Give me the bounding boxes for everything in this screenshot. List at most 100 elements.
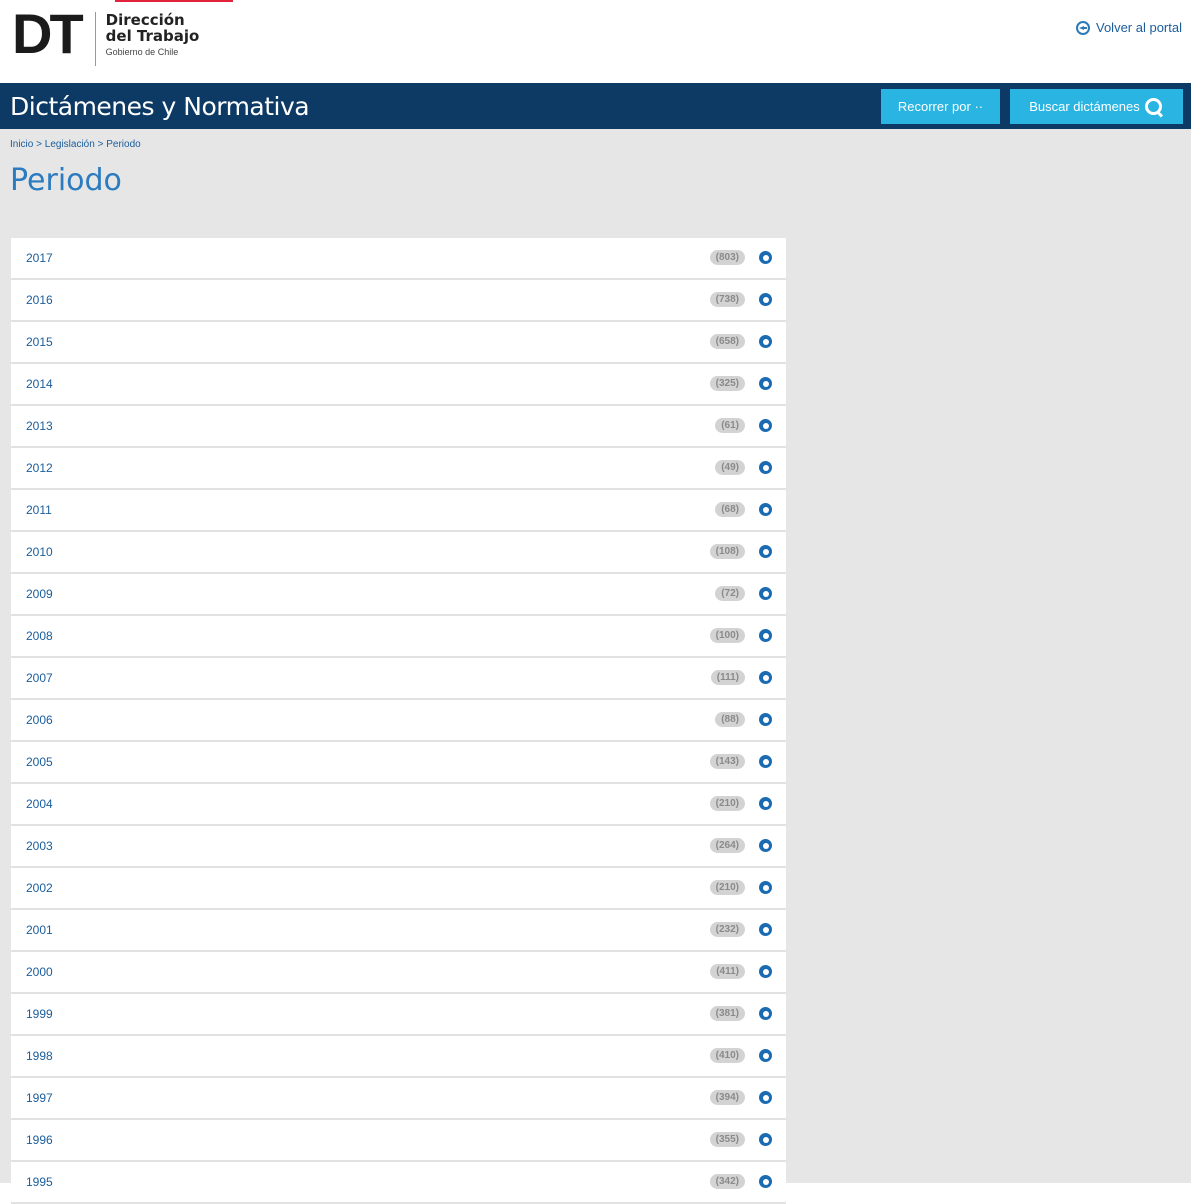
period-year-link[interactable]: 2009	[26, 587, 53, 601]
period-row[interactable]: 2006 (88)	[11, 700, 786, 742]
period-year-link[interactable]: 2003	[26, 839, 53, 853]
period-row[interactable]: 2008 (100)	[11, 616, 786, 658]
circle-dot-icon[interactable]	[759, 1133, 772, 1146]
recorrer-por-button[interactable]: Recorrer por ··	[881, 89, 1000, 124]
circle-dot-icon[interactable]	[759, 1007, 772, 1020]
period-row[interactable]: 2014 (325)	[11, 364, 786, 406]
circle-dot-icon[interactable]	[759, 251, 772, 264]
circle-dot-icon[interactable]	[759, 923, 772, 936]
period-count-badge: (264)	[709, 838, 745, 853]
site-header: DT Dirección del Trabajo Gobierno de Chi…	[0, 0, 1191, 83]
period-year-link[interactable]: 2013	[26, 419, 53, 433]
period-count-badge: (803)	[709, 250, 745, 265]
period-row[interactable]: 2010 (108)	[11, 532, 786, 574]
period-year-link[interactable]: 2000	[26, 965, 53, 979]
period-row[interactable]: 2016 (738)	[11, 280, 786, 322]
circle-dot-icon[interactable]	[759, 545, 772, 558]
circle-dot-icon[interactable]	[759, 671, 772, 684]
period-row[interactable]: 1995 (342)	[11, 1162, 786, 1204]
circle-dot-icon[interactable]	[759, 755, 772, 768]
period-row[interactable]: 1998 (410)	[11, 1036, 786, 1078]
circle-dot-icon[interactable]	[759, 797, 772, 810]
circle-dot-icon[interactable]	[759, 419, 772, 432]
period-count-badge: (410)	[709, 1048, 745, 1063]
buscar-dictamenes-button[interactable]: Buscar dictámenes	[1010, 89, 1183, 124]
breadcrumb-inicio[interactable]: Inicio	[10, 139, 33, 150]
back-to-portal-link[interactable]: Volver al portal	[1076, 20, 1182, 35]
period-row[interactable]: 2015 (658)	[11, 322, 786, 364]
period-row[interactable]: 2001 (232)	[11, 910, 786, 952]
logo-line-2: del Trabajo	[105, 27, 200, 45]
period-row[interactable]: 1999 (381)	[11, 994, 786, 1036]
circle-dot-icon[interactable]	[759, 1091, 772, 1104]
period-count-badge: (658)	[709, 334, 745, 349]
period-year-link[interactable]: 2014	[26, 377, 53, 391]
logo-line-1: Dirección	[105, 11, 185, 29]
breadcrumb-separator: >	[33, 139, 45, 150]
period-row[interactable]: 2004 (210)	[11, 784, 786, 826]
circle-dot-icon[interactable]	[759, 461, 772, 474]
period-year-link[interactable]: 2008	[26, 629, 53, 643]
circle-dot-icon[interactable]	[759, 839, 772, 852]
period-year-link[interactable]: 2005	[26, 755, 53, 769]
circle-dot-icon[interactable]	[759, 503, 772, 516]
circle-dot-icon[interactable]	[759, 881, 772, 894]
circle-dot-icon[interactable]	[759, 335, 772, 348]
dt-logo[interactable]: DT Dirección del Trabajo Gobierno de Chi…	[12, 2, 200, 66]
period-count-badge: (342)	[709, 1174, 745, 1189]
period-row[interactable]: 1997 (394)	[11, 1078, 786, 1120]
period-year-link[interactable]: 2006	[26, 713, 53, 727]
logo-divider	[94, 12, 96, 66]
period-year-link[interactable]: 2017	[26, 251, 53, 265]
circle-dot-icon[interactable]	[759, 713, 772, 726]
circle-dot-icon[interactable]	[759, 1175, 772, 1188]
period-year-link[interactable]: 1998	[26, 1049, 53, 1063]
circle-dot-icon[interactable]	[759, 1049, 772, 1062]
period-year-link[interactable]: 2012	[26, 461, 53, 475]
period-row[interactable]: 2013 (61)	[11, 406, 786, 448]
period-row[interactable]: 2009 (72)	[11, 574, 786, 616]
period-row[interactable]: 2007 (111)	[11, 658, 786, 700]
period-count-badge: (72)	[715, 586, 745, 601]
period-count-badge: (61)	[715, 418, 745, 433]
period-year-link[interactable]: 2010	[26, 545, 53, 559]
period-row[interactable]: 2005 (143)	[11, 742, 786, 784]
period-count-badge: (355)	[709, 1132, 745, 1147]
period-year-link[interactable]: 1997	[26, 1091, 53, 1105]
period-count-badge: (232)	[709, 922, 745, 937]
breadcrumb-legislacion[interactable]: Legislación	[45, 139, 95, 150]
circle-dot-icon[interactable]	[759, 629, 772, 642]
period-year-link[interactable]: 2011	[26, 503, 52, 517]
logo-mark: DT	[12, 2, 84, 65]
period-list: 2017 (803) 2016 (738) 2015 (658) 2014 (325) 2013…	[11, 238, 786, 1204]
period-year-link[interactable]: 1996	[26, 1133, 53, 1147]
period-year-link[interactable]: 1999	[26, 1007, 53, 1021]
circle-dot-icon[interactable]	[759, 587, 772, 600]
period-row[interactable]: 2017 (803)	[11, 238, 786, 280]
circle-dot-icon[interactable]	[759, 293, 772, 306]
circle-arrow-left-icon	[1076, 20, 1090, 35]
period-row[interactable]: 2000 (411)	[11, 952, 786, 994]
period-row[interactable]: 1996 (355)	[11, 1120, 786, 1162]
period-row[interactable]: 2012 (49)	[11, 448, 786, 490]
logo-text: Dirección del Trabajo Gobierno de Chile	[106, 12, 200, 57]
period-year-link[interactable]: 2004	[26, 797, 53, 811]
period-year-link[interactable]: 2002	[26, 881, 53, 895]
period-year-link[interactable]: 2007	[26, 671, 53, 685]
period-year-link[interactable]: 2016	[26, 293, 53, 307]
back-to-portal-label: Volver al portal	[1096, 20, 1182, 35]
header-accent-line	[115, 0, 233, 2]
period-year-link[interactable]: 2001	[26, 923, 53, 937]
circle-dot-icon[interactable]	[759, 965, 772, 978]
period-count-badge: (88)	[715, 712, 745, 727]
period-row[interactable]: 2003 (264)	[11, 826, 786, 868]
period-year-link[interactable]: 2015	[26, 335, 53, 349]
period-row[interactable]: 2002 (210)	[11, 868, 786, 910]
period-count-badge: (100)	[709, 628, 745, 643]
breadcrumb-periodo[interactable]: Periodo	[106, 139, 140, 150]
period-count-badge: (108)	[709, 544, 745, 559]
buscar-dictamenes-label: Buscar dictámenes	[1029, 99, 1140, 114]
circle-dot-icon[interactable]	[759, 377, 772, 390]
period-year-link[interactable]: 1995	[26, 1175, 53, 1189]
period-row[interactable]: 2011 (68)	[11, 490, 786, 532]
